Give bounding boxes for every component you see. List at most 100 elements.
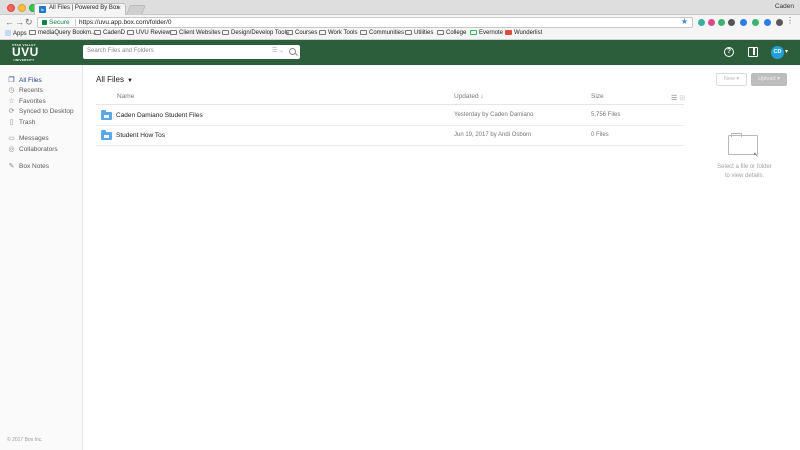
extension-icon-7[interactable] xyxy=(764,19,771,26)
people-icon: ◎ xyxy=(8,146,15,153)
extension-icon-3[interactable] xyxy=(718,19,725,26)
sidebar-item-favorites[interactable]: ☆ Favorites xyxy=(8,97,45,105)
browser-profile-name[interactable]: Caden xyxy=(775,3,794,10)
star-icon: ☆ xyxy=(8,98,15,105)
sidebar-item-messages[interactable]: ▭ Messages xyxy=(8,134,48,142)
forward-icon[interactable]: → xyxy=(15,16,24,28)
table-row[interactable]: Student How Tos Jun 19, 2017 by Andi Osb… xyxy=(96,126,684,146)
chevron-down-icon[interactable]: ▾ xyxy=(785,48,788,55)
search-input[interactable]: Search Files and Folders ☰ ⌄ xyxy=(83,45,300,59)
url-separator xyxy=(75,19,76,26)
address-bar[interactable]: Secure https://uvu.app.box.com/folder/0 … xyxy=(37,17,693,28)
clock-icon: ◷ xyxy=(8,87,15,94)
sidebar-item-collaborators[interactable]: ◎ Collaborators xyxy=(8,145,57,153)
new-tab-button[interactable] xyxy=(126,5,146,15)
browser-tab[interactable]: b All Files | Powered By Box × xyxy=(34,3,126,15)
bookmark-wunderlist[interactable]: Wunderlist xyxy=(505,30,542,36)
bookmark-mediaquery[interactable]: mediaQuery Bookm... xyxy=(29,30,96,36)
row-updated: Yesterday by Caden Damiano xyxy=(454,112,534,118)
extension-icon-6[interactable] xyxy=(752,19,759,26)
row-size: 0 Files xyxy=(591,132,609,138)
bookmark-work-tools[interactable]: Work Tools xyxy=(319,30,357,36)
window-titlebar: b All Files | Powered By Box × Caden xyxy=(0,0,800,15)
bookmark-cadend[interactable]: CadenD xyxy=(94,30,125,36)
help-icon[interactable]: ? xyxy=(724,47,734,57)
sidebar-toggle-icon[interactable] xyxy=(748,47,758,57)
list-view-icon[interactable]: ☰ ⊞ xyxy=(671,94,685,102)
back-icon[interactable]: ← xyxy=(5,16,14,28)
sort-arrow-icon: ↓ xyxy=(480,93,484,100)
tab-title: All Files | Powered By Box xyxy=(49,5,120,11)
bookmark-design-develop-tools[interactable]: Design/Develop Tools xyxy=(222,30,289,36)
folder-icon xyxy=(222,30,229,35)
shared-folder-icon xyxy=(101,130,112,140)
breadcrumb[interactable]: All Files ▼ xyxy=(96,75,133,84)
box-favicon-icon: b xyxy=(39,6,46,13)
sidebar-item-trash[interactable]: ▯ Trash xyxy=(8,118,36,126)
url-text[interactable]: https://uvu.app.box.com/folder/0 xyxy=(79,19,172,26)
chevron-down-icon: ▼ xyxy=(127,78,133,84)
apps-grid-icon xyxy=(5,30,11,36)
bookmark-apps[interactable]: Apps xyxy=(5,30,27,37)
browser-toolbar: ← → ↻ Secure https://uvu.app.box.com/fol… xyxy=(0,15,800,29)
sidebar-item-box-notes[interactable]: ✎ Box Notes xyxy=(8,162,49,170)
reload-icon[interactable]: ↻ xyxy=(25,16,33,28)
cursor-icon: ↖ xyxy=(753,152,759,159)
evernote-icon xyxy=(470,30,477,35)
search-options-icon[interactable]: ☰ ⌄ xyxy=(272,47,284,54)
minimize-window-button[interactable] xyxy=(18,4,26,12)
folder-icon xyxy=(286,30,293,35)
notes-icon: ✎ xyxy=(8,163,15,170)
message-icon: ▭ xyxy=(8,135,15,142)
bookmarks-bar: Apps mediaQuery Bookm... CadenD UVU Revi… xyxy=(0,29,800,40)
shared-folder-icon xyxy=(101,110,112,120)
files-icon: ❐ xyxy=(8,77,15,84)
bookmark-courses[interactable]: Courses xyxy=(286,30,317,36)
bookmark-star-icon[interactable]: ★ xyxy=(681,17,688,26)
left-sidebar: ❐ All Files ◷ Recents ☆ Favorites ⟳ Synced t… xyxy=(0,65,83,450)
bookmark-communities[interactable]: Communities xyxy=(360,30,404,36)
new-button[interactable]: New ▾ xyxy=(716,73,747,86)
folder-icon xyxy=(360,30,367,35)
bookmark-utilities[interactable]: Utilities xyxy=(405,30,433,36)
column-header-updated[interactable]: Updated ↓ xyxy=(454,93,484,100)
folder-icon xyxy=(127,30,134,35)
sidebar-item-recents[interactable]: ◷ Recents xyxy=(8,86,42,94)
close-window-button[interactable] xyxy=(7,4,15,12)
row-name[interactable]: Caden Damiano Student Files xyxy=(116,112,203,119)
folder-icon xyxy=(405,30,412,35)
bookmark-uvu-review[interactable]: UVU Review xyxy=(127,30,170,36)
search-icon[interactable] xyxy=(289,48,296,55)
extension-icon-4[interactable] xyxy=(728,19,735,26)
upload-button[interactable]: Upload ▾ xyxy=(751,73,787,86)
column-header-size[interactable]: Size xyxy=(591,93,604,100)
uvu-logo[interactable]: UTAH VALLEY UVU UNIVERSITY xyxy=(12,43,38,63)
extension-icon-2[interactable] xyxy=(708,19,715,26)
logo-bottom-text: UNIVERSITY xyxy=(13,58,35,62)
sidebar-item-synced[interactable]: ⟳ Synced to Desktop xyxy=(8,107,74,115)
details-empty-text: Select a file or folder to view details. xyxy=(717,164,772,179)
browser-menu-icon[interactable]: ⋮ xyxy=(786,16,794,25)
row-updated: Jun 19, 2017 by Andi Osborn xyxy=(454,132,532,138)
tab-close-icon[interactable]: × xyxy=(117,4,121,14)
folder-icon xyxy=(437,30,444,35)
folder-icon xyxy=(94,30,101,35)
bookmark-client-websites[interactable]: Client Websites xyxy=(170,30,221,36)
extension-icon-8[interactable] xyxy=(776,19,783,26)
user-avatar[interactable]: CD xyxy=(771,46,784,59)
sync-icon: ⟳ xyxy=(8,108,15,115)
search-placeholder: Search Files and Folders xyxy=(87,48,154,54)
row-name[interactable]: Student How Tos xyxy=(116,132,165,139)
details-panel: ↖ Select a file or folder to view detail… xyxy=(697,105,792,185)
extension-icon-1[interactable] xyxy=(698,19,705,26)
sidebar-item-all-files[interactable]: ❐ All Files xyxy=(8,76,41,84)
extension-icon-5[interactable] xyxy=(740,19,747,26)
secure-label: Secure xyxy=(49,19,70,26)
bookmark-college[interactable]: College xyxy=(437,30,466,36)
trash-icon: ▯ xyxy=(9,119,14,126)
column-header-name[interactable]: Name xyxy=(117,93,134,100)
bookmark-evernote[interactable]: Evernote xyxy=(470,30,503,36)
grid-view-icon[interactable]: ⊞ xyxy=(679,95,685,102)
header-divider xyxy=(96,104,684,105)
table-row[interactable]: Caden Damiano Student Files Yesterday by… xyxy=(96,106,684,126)
